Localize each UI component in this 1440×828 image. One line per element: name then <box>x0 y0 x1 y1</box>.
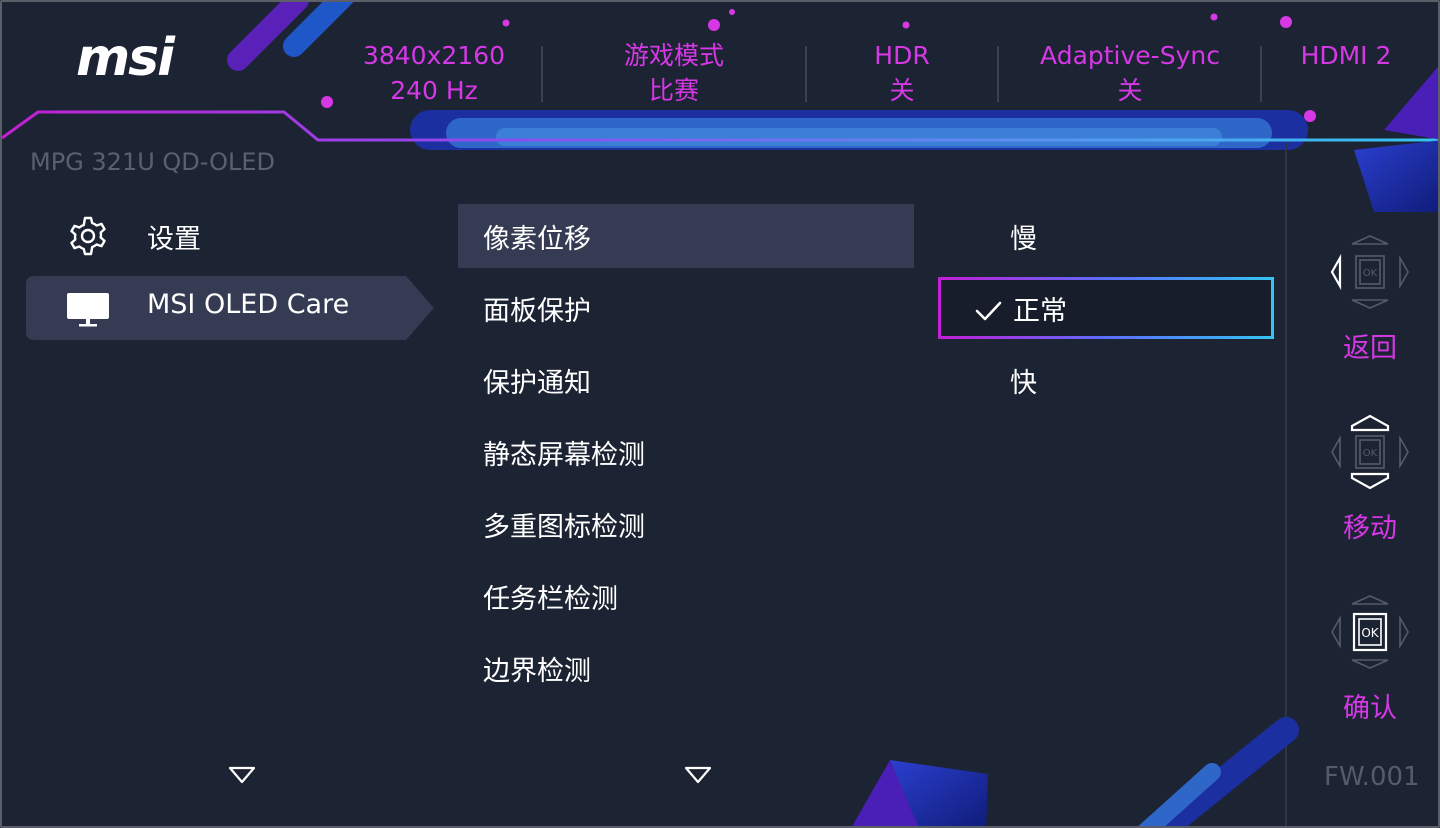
joystick-up-down-icon: OK <box>1331 414 1409 490</box>
status-resolution: 3840x2160 240 Hz <box>356 38 512 108</box>
status-game-mode-value: 比赛 <box>648 76 699 105</box>
sidebar-item-label: 设置 <box>147 224 201 255</box>
status-adaptive-sync-value: 关 <box>1117 76 1143 105</box>
status-separator <box>805 46 807 102</box>
guide-confirm-label: 确认 <box>1343 693 1397 724</box>
status-adaptive-sync-label: Adaptive-Sync <box>1040 41 1220 70</box>
menu-item-label: 多重图标检测 <box>483 512 645 543</box>
menu-item-label: 边界检测 <box>483 656 591 687</box>
menu-item-label: 面板保护 <box>483 296 591 327</box>
status-hdr: HDR 关 <box>842 38 962 108</box>
status-input-source-value: HDMI 2 <box>1300 41 1392 70</box>
sidebar-item-msi-oled-care[interactable]: MSI OLED Care <box>26 276 436 340</box>
sidebar-item-label: MSI OLED Care <box>147 289 350 320</box>
guide-back-label: 返回 <box>1343 333 1397 364</box>
guide-move-label: 移动 <box>1343 513 1397 544</box>
menu-item-label: 静态屏幕检测 <box>483 440 645 471</box>
osd-window: msi 3840x2160 240 Hz 游戏模式 比赛 HDR 关 Adapt… <box>0 0 1440 828</box>
menu-item-label: 任务栏检测 <box>483 584 618 615</box>
option-label: 正常 <box>1013 296 1067 327</box>
msi-logo: msi <box>76 28 175 88</box>
status-adaptive-sync: Adaptive-Sync 关 <box>1032 38 1228 108</box>
joystick-ok-icon: OK <box>1331 595 1409 669</box>
menu-item-label: 像素位移 <box>483 224 591 255</box>
menu-item-label: 保护通知 <box>483 368 591 399</box>
model-name: MPG 321U QD-OLED <box>30 148 276 176</box>
sidebar-item-settings[interactable]: 设置 <box>26 204 436 268</box>
status-separator <box>1260 46 1262 102</box>
option-normal[interactable]: 正常 <box>938 277 1274 339</box>
gear-icon <box>70 216 106 256</box>
option-fast[interactable]: 快 <box>938 349 1274 411</box>
firmware-version: FW.001 <box>1324 762 1420 792</box>
menu-item-panel-protect[interactable]: 面板保护 <box>458 276 914 340</box>
status-refresh-rate: 240 Hz <box>390 76 478 105</box>
menu-item-protect-notice[interactable]: 保护通知 <box>458 348 914 412</box>
background-decoration <box>2 2 1438 826</box>
menu-item-taskbar-detect[interactable]: 任务栏检测 <box>458 564 914 628</box>
ok-text: OK <box>1361 626 1379 640</box>
checkmark-icon <box>975 301 1002 321</box>
status-game-mode-label: 游戏模式 <box>623 41 724 70</box>
status-input-source: HDMI 2 <box>1288 38 1404 73</box>
scroll-down-arrow-icon[interactable] <box>228 766 256 784</box>
status-hdr-value: 关 <box>889 76 915 105</box>
option-label: 快 <box>1010 368 1037 399</box>
menu-item-multi-logo-detect[interactable]: 多重图标检测 <box>458 492 914 556</box>
ok-text: OK <box>1363 268 1378 279</box>
menu-item-boundary-detect[interactable]: 边界检测 <box>458 636 914 700</box>
menu-item-static-screen-detect[interactable]: 静态屏幕检测 <box>458 420 914 484</box>
joystick-left-icon: OK <box>1330 235 1409 309</box>
status-hdr-label: HDR <box>874 41 930 70</box>
scroll-down-arrow-icon[interactable] <box>684 766 712 784</box>
menu-item-pixel-shift[interactable]: 像素位移 <box>458 204 914 268</box>
monitor-icon <box>67 293 109 327</box>
status-resolution-value: 3840x2160 <box>362 41 506 70</box>
option-slow[interactable]: 慢 <box>938 205 1274 267</box>
ok-text: OK <box>1363 448 1378 459</box>
option-label: 慢 <box>1010 224 1037 255</box>
status-separator <box>541 46 543 102</box>
status-game-mode: 游戏模式 比赛 <box>592 38 756 108</box>
status-separator <box>997 46 999 102</box>
